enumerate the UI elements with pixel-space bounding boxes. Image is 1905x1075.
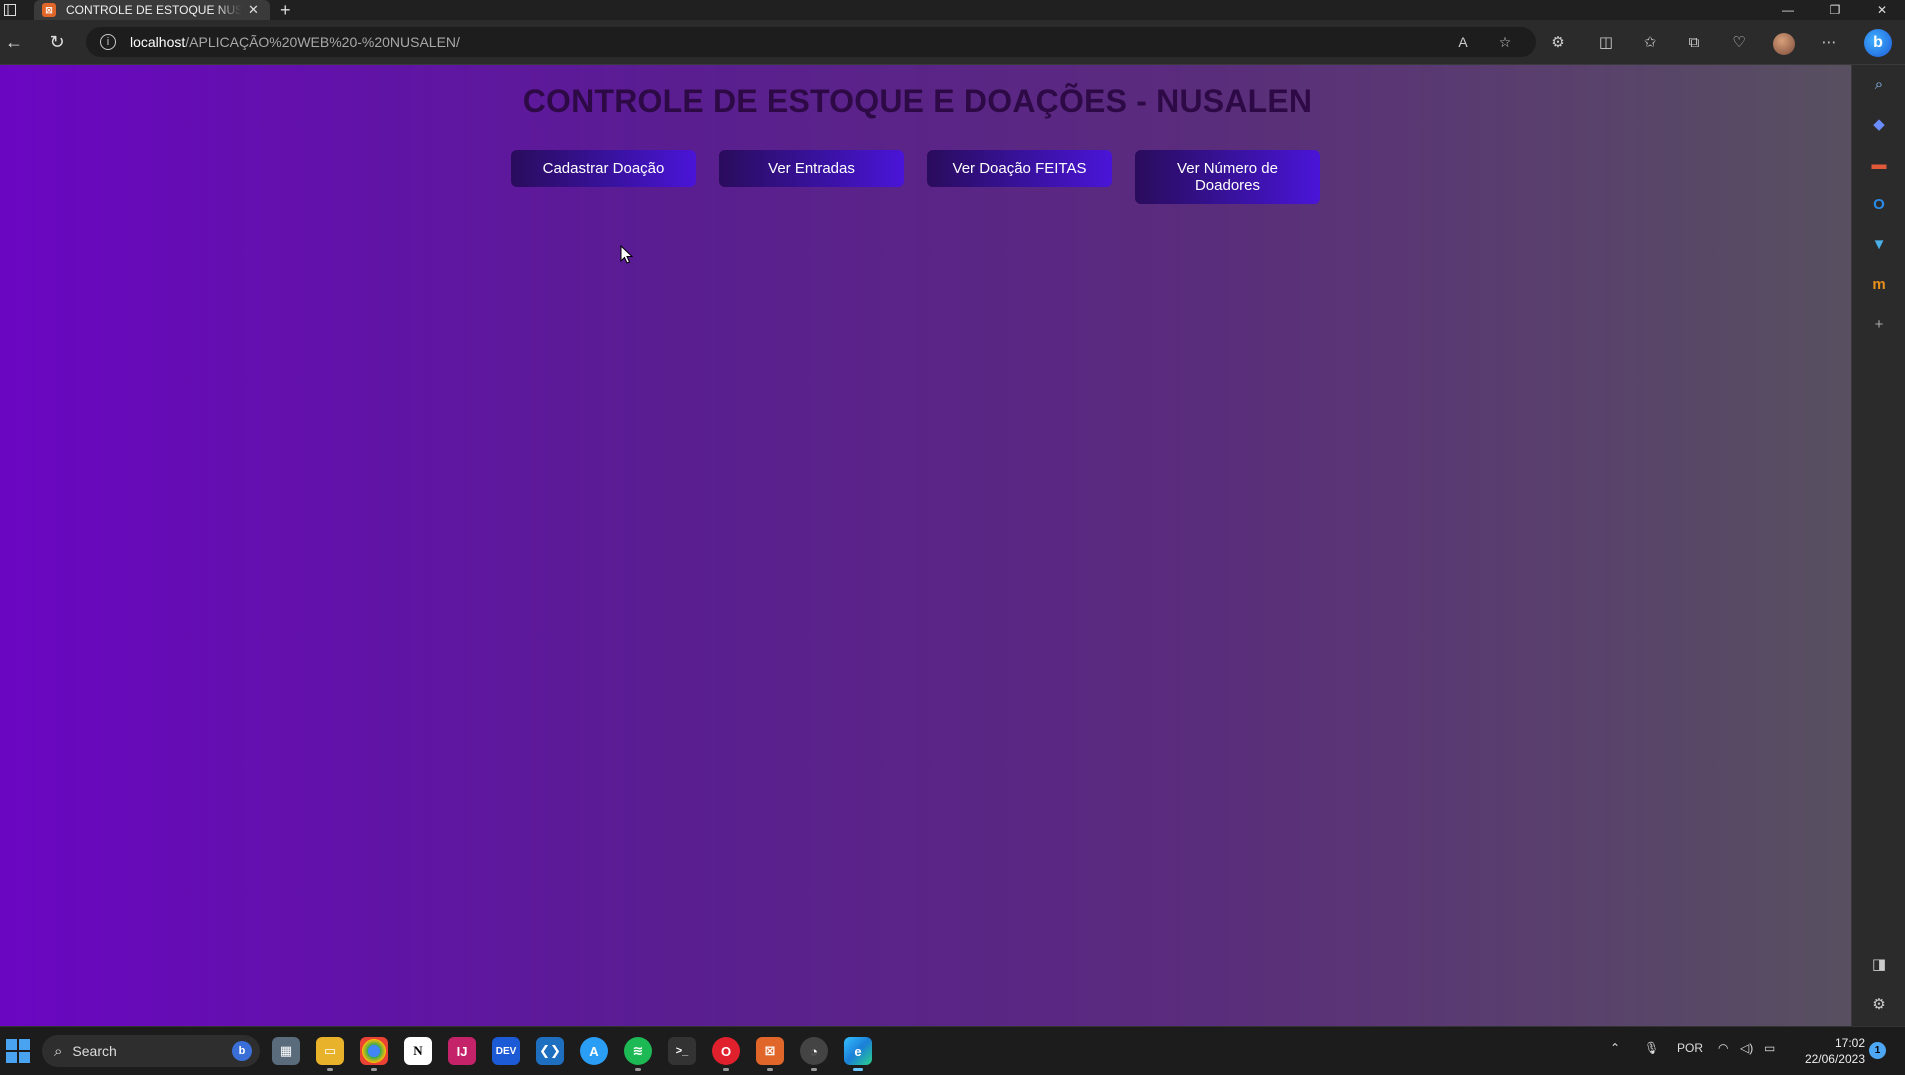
xampp-favicon-icon: ⊠: [42, 3, 56, 17]
calculator-icon[interactable]: ▦: [272, 1037, 300, 1065]
browser-tab-bar: ⊠ CONTROLE DE ESTOQUE NUSALEN ✕ + — ❐ ✕: [0, 0, 1905, 20]
url-path: /APLICAÇÃO%20WEB%20-%20NUSALEN/: [185, 34, 460, 50]
notion-icon[interactable]: N: [404, 1037, 432, 1065]
view-entries-button[interactable]: Ver Entradas: [719, 150, 904, 187]
bing-copilot-icon[interactable]: b: [1864, 29, 1892, 57]
outlook-icon[interactable]: O: [1868, 193, 1890, 215]
tab-title: CONTROLE DE ESTOQUE NUSALEN: [66, 3, 242, 17]
obs-icon[interactable]: ◔: [800, 1037, 828, 1071]
browser-essentials-icon[interactable]: ♡: [1729, 32, 1749, 52]
hide-sidebar-icon[interactable]: ◨: [1868, 953, 1890, 975]
language-indicator[interactable]: POR: [1677, 1041, 1703, 1055]
site-info-icon[interactable]: i: [100, 34, 116, 50]
file-explorer-icon[interactable]: ▭: [316, 1037, 344, 1071]
refresh-icon[interactable]: ↻: [45, 30, 69, 54]
minimize-icon[interactable]: —: [1768, 0, 1808, 20]
settings-more-icon[interactable]: ⋯: [1819, 32, 1839, 52]
tray-overflow-chevron-icon[interactable]: ⌃: [1610, 1041, 1620, 1055]
mouse-cursor-icon: [620, 245, 634, 264]
read-aloud-icon[interactable]: A: [1454, 33, 1472, 51]
bing-icon: b: [232, 1041, 252, 1061]
split-screen-icon[interactable]: ◫: [1596, 32, 1616, 52]
taskbar-search-placeholder: Search: [72, 1043, 117, 1059]
favorite-star-icon[interactable]: ☆: [1496, 33, 1514, 51]
main-nav-buttons: Cadastrar Doação Ver Entradas Ver Doação…: [511, 150, 1320, 204]
new-tab-icon[interactable]: +: [280, 0, 291, 20]
url-host: localhost: [130, 34, 186, 50]
clock-date: 22/06/2023: [1804, 1052, 1865, 1066]
close-window-icon[interactable]: ✕: [1862, 0, 1902, 20]
collections-icon[interactable]: ⧉: [1684, 32, 1704, 52]
tools-briefcase-icon[interactable]: ▬: [1868, 153, 1890, 175]
browser-tab[interactable]: ⊠ CONTROLE DE ESTOQUE NUSALEN ✕: [34, 0, 270, 20]
add-app-icon[interactable]: +: [1868, 313, 1890, 335]
sidebar-settings-gear-icon[interactable]: ⚙: [1868, 993, 1890, 1015]
edge-icon[interactable]: e: [844, 1037, 872, 1071]
terminal-icon[interactable]: >_: [668, 1037, 696, 1065]
app-m-icon[interactable]: m: [1868, 273, 1890, 295]
chrome-icon[interactable]: [360, 1037, 388, 1071]
xampp-icon[interactable]: ⊠: [756, 1037, 784, 1071]
page-viewport: CONTROLE DE ESTOQUE E DOAÇÕES - NUSALEN …: [0, 65, 1851, 1026]
dev-icon[interactable]: DEV: [492, 1037, 520, 1065]
profile-avatar[interactable]: [1773, 33, 1795, 55]
url-text: localhost/APLICAÇÃO%20WEB%20-%20NUSALEN/: [130, 34, 460, 50]
extensions-icon[interactable]: ⚙: [1548, 32, 1568, 52]
back-icon[interactable]: ←: [2, 30, 26, 54]
taskbar-search[interactable]: ⌕ Search b: [42, 1035, 260, 1067]
search-magnifier-icon: ⌕: [54, 1042, 63, 1060]
browser-toolbar: ← ↻ i localhost/APLICAÇÃO%20WEB%20-%20NU…: [0, 20, 1905, 65]
view-donations-made-button[interactable]: Ver Doação FEITAS: [927, 150, 1112, 187]
windows-taskbar: ⌕ Search b ▦ ▭ N IJ DEV ❮❯ A ≋ >_ O ⊠ ◔ …: [0, 1026, 1905, 1075]
address-bar[interactable]: i localhost/APLICAÇÃO%20WEB%20-%20NUSALE…: [86, 27, 1536, 57]
intellij-icon[interactable]: IJ: [448, 1037, 476, 1065]
tab-close-icon[interactable]: ✕: [248, 2, 259, 18]
restore-icon[interactable]: ❐: [1815, 0, 1855, 20]
opera-icon[interactable]: O: [712, 1037, 740, 1071]
page-title: CONTROLE DE ESTOQUE E DOAÇÕES - NUSALEN: [522, 83, 1313, 119]
tab-actions-icon[interactable]: [2, 2, 18, 18]
favorites-icon[interactable]: ✩: [1640, 32, 1660, 52]
wifi-icon[interactable]: ◠: [1718, 1041, 1728, 1055]
battery-icon[interactable]: ▭: [1764, 1041, 1775, 1055]
vscode-icon[interactable]: ❮❯: [536, 1037, 564, 1065]
view-donor-count-button[interactable]: Ver Número de Doadores: [1135, 150, 1320, 204]
app-store-icon[interactable]: A: [580, 1037, 608, 1065]
microphone-icon[interactable]: 🎙: [1644, 1041, 1659, 1055]
edge-sidebar: ⌕ ◆ ▬ O ▼ m + ◨ ⚙: [1851, 65, 1905, 1026]
volume-icon[interactable]: ◁): [1740, 1041, 1753, 1055]
windows-start-icon[interactable]: [6, 1039, 30, 1063]
clock-time: 17:02: [1834, 1036, 1865, 1050]
register-donation-button[interactable]: Cadastrar Doação: [511, 150, 696, 187]
notification-badge[interactable]: 1: [1869, 1042, 1886, 1059]
spotify-icon[interactable]: ≋: [624, 1037, 652, 1071]
search-icon[interactable]: ⌕: [1868, 73, 1890, 95]
drop-icon[interactable]: ▼: [1868, 233, 1890, 255]
shopping-tag-icon[interactable]: ◆: [1868, 113, 1890, 135]
system-clock[interactable]: 17:02 22/06/2023: [1795, 1035, 1865, 1067]
